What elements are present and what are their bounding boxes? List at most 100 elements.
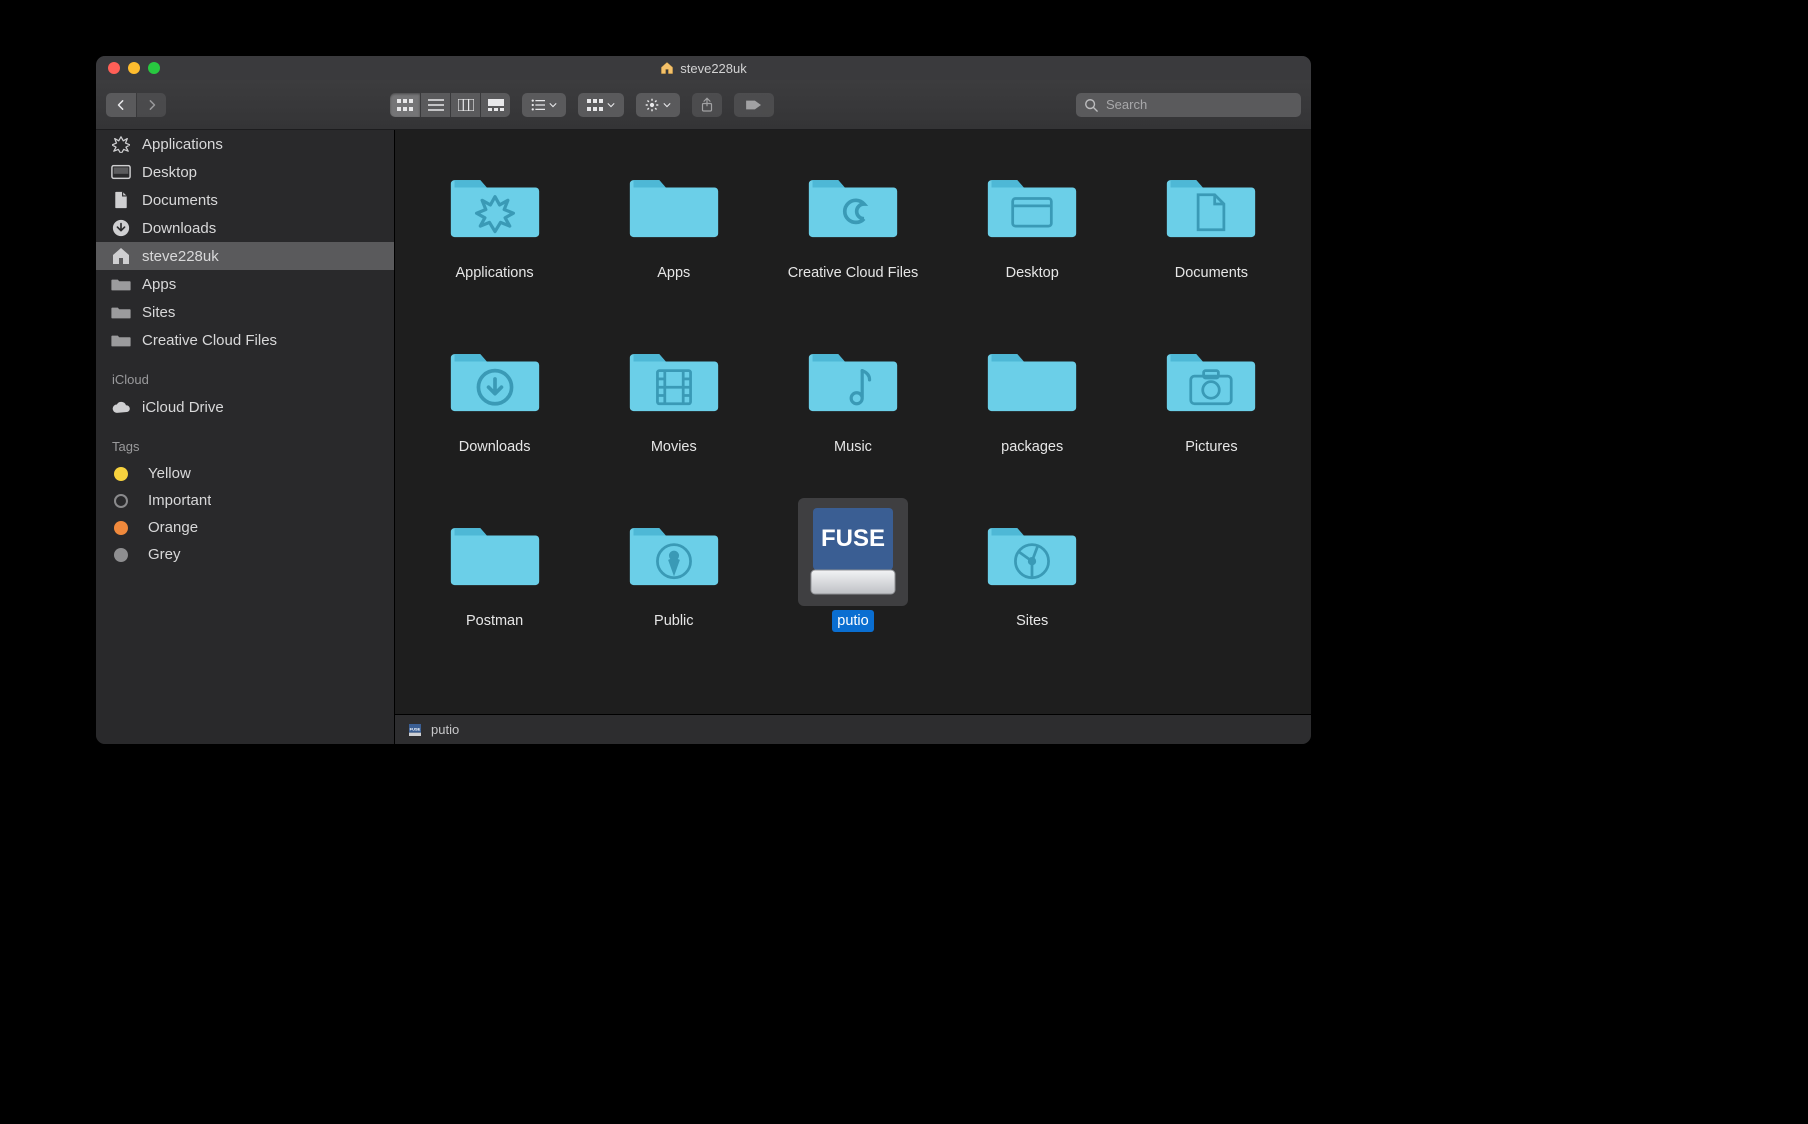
search-field[interactable] [1076,93,1301,117]
window-close-button[interactable] [108,62,120,74]
desktop-icon [110,163,132,181]
file-item-public[interactable]: Public [584,492,763,664]
content-area: Applications Apps Creative Cloud Files D… [395,130,1311,744]
folder-icon [619,498,729,606]
folder-icon [798,324,908,432]
folder-icon [440,150,550,258]
downloads-icon [110,219,132,237]
action-button[interactable] [636,93,680,117]
view-list-button[interactable] [420,93,450,117]
folder-icon [110,275,132,293]
path-item-label[interactable]: putio [431,722,459,737]
file-item-downloads[interactable]: Downloads [405,318,584,490]
sidebar-tag-important[interactable]: Important [96,487,394,514]
nav-buttons [106,93,166,117]
file-item-label: Pictures [1180,436,1242,458]
view-gallery-button[interactable] [480,93,510,117]
folder-icon [110,303,132,321]
file-item-packages[interactable]: packages [943,318,1122,490]
group-dropdown [578,93,624,117]
edit-tags-button[interactable] [734,93,774,117]
file-item-putio[interactable]: FUSE putio [763,492,942,664]
tag-color-dot [114,548,128,562]
view-icons-button[interactable] [390,93,420,117]
sidebar-tag-yellow[interactable]: Yellow [96,460,394,487]
arrange-icon [531,99,545,111]
forward-button[interactable] [136,93,166,117]
folder-icon [977,150,1087,258]
file-item-label: Downloads [454,436,536,458]
window-zoom-button[interactable] [148,62,160,74]
search-input[interactable] [1104,96,1293,113]
sidebar-item-label: Applications [142,136,223,153]
window-minimize-button[interactable] [128,62,140,74]
file-item-label: packages [996,436,1068,458]
icon-grid[interactable]: Applications Apps Creative Cloud Files D… [395,130,1311,714]
chevron-down-icon [607,102,615,108]
svg-text:FUSE: FUSE [410,726,421,731]
sidebar-item-desktop[interactable]: Desktop [96,158,394,186]
group-button[interactable] [578,93,624,117]
sidebar-item-applications[interactable]: Applications [96,130,394,158]
file-item-apps[interactable]: Apps [584,144,763,316]
tag-color-dot [114,521,128,535]
sidebar-item-sites[interactable]: Sites [96,298,394,326]
sidebar-tag-orange[interactable]: Orange [96,514,394,541]
folder-icon [798,150,908,258]
file-item-applications[interactable]: Applications [405,144,584,316]
search-icon [1084,98,1098,112]
svg-text:FUSE: FUSE [821,525,885,552]
sidebar-item-steve228uk[interactable]: steve228uk [96,242,394,270]
sidebar-item-creative-cloud-files[interactable]: Creative Cloud Files [96,326,394,354]
cloud-icon [110,398,132,416]
fuse-drive-icon: FUSE [809,506,897,598]
back-button[interactable] [106,93,136,117]
file-item-label: Sites [1011,610,1053,632]
folder-icon [440,324,550,432]
share-button[interactable] [692,93,722,117]
sidebar-heading-tags: Tags [96,421,394,460]
folder-icon [619,150,729,258]
sidebar-item-documents[interactable]: Documents [96,186,394,214]
sidebar-item-downloads[interactable]: Downloads [96,214,394,242]
toolbar [96,80,1311,130]
sidebar-item-icloud-drive[interactable]: iCloud Drive [96,393,394,421]
sidebar: Applications Desktop Documents Downloads ste… [96,130,395,744]
tag-color-dot [114,467,128,481]
file-item-movies[interactable]: Movies [584,318,763,490]
view-columns-button[interactable] [450,93,480,117]
sidebar-item-label: Sites [142,304,175,321]
folder-icon [977,324,1087,432]
sidebar-item-label: Apps [142,276,176,293]
sidebar-tag-label: Orange [148,519,198,536]
file-item-label: Movies [646,436,702,458]
sidebar-heading-icloud: iCloud [96,354,394,393]
file-item-sites[interactable]: Sites [943,492,1122,664]
file-item-desktop[interactable]: Desktop [943,144,1122,316]
sidebar-item-apps[interactable]: Apps [96,270,394,298]
view-mode-group [390,93,510,117]
arrange-button[interactable] [522,93,566,117]
fuse-drive-icon: FUSE [407,722,423,738]
tag-icon [745,98,763,112]
sidebar-item-label: Downloads [142,220,216,237]
file-item-documents[interactable]: Documents [1122,144,1301,316]
home-icon [110,247,132,265]
file-item-music[interactable]: Music [763,318,942,490]
sidebar-tag-label: Grey [148,546,181,563]
action-dropdown [636,93,680,117]
drive-icon: FUSE [798,498,908,606]
group-icon [587,99,603,111]
sidebar-item-label: Creative Cloud Files [142,332,277,349]
file-item-label: Documents [1170,262,1253,284]
file-item-postman[interactable]: Postman [405,492,584,664]
sidebar-item-label: Desktop [142,164,197,181]
file-item-creative-cloud-files[interactable]: Creative Cloud Files [763,144,942,316]
columns-icon [458,99,474,111]
sidebar-tag-grey[interactable]: Grey [96,541,394,568]
file-item-pictures[interactable]: Pictures [1122,318,1301,490]
file-item-label: Creative Cloud Files [783,262,924,284]
finder-window: steve228uk [95,55,1312,745]
sidebar-item-label: Documents [142,192,218,209]
file-item-label: putio [832,610,873,632]
